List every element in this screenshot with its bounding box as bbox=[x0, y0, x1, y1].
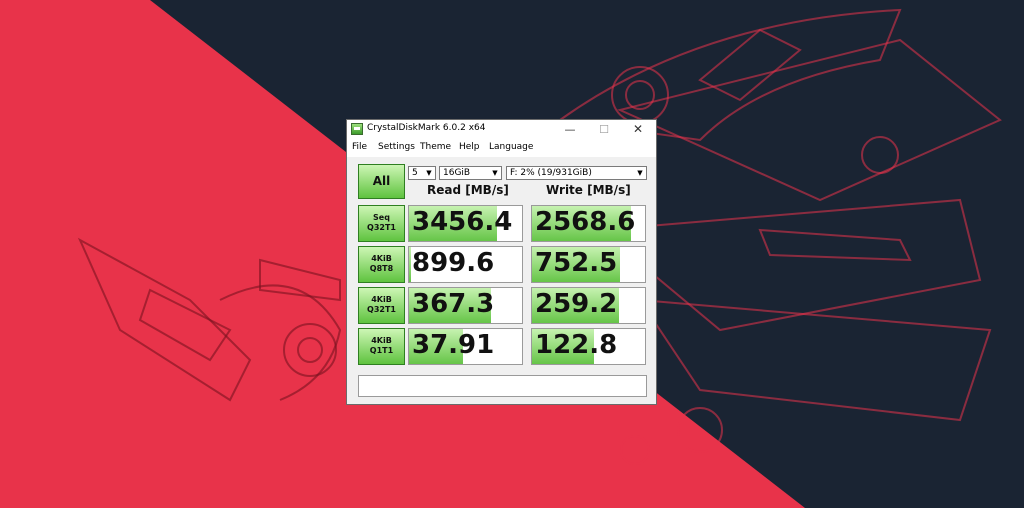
comment-field[interactable] bbox=[358, 375, 647, 397]
test-size-value: 16GiB bbox=[443, 168, 471, 178]
app-disk-icon bbox=[351, 123, 363, 135]
test-label-line2: Q32T1 bbox=[367, 223, 396, 232]
test-label-line2: Q8T8 bbox=[369, 264, 394, 273]
menu-settings[interactable]: Settings bbox=[378, 142, 415, 152]
write-result-4kib-q1t1: 122.8 bbox=[531, 328, 646, 365]
test-label-line2: Q1T1 bbox=[369, 346, 394, 355]
write-value: 752.5 bbox=[535, 248, 618, 278]
menu-help[interactable]: Help bbox=[459, 142, 480, 152]
read-value: 367.3 bbox=[412, 289, 495, 319]
write-header: Write [MB/s] bbox=[546, 183, 631, 197]
read-progress-bar bbox=[409, 247, 412, 282]
read-header: Read [MB/s] bbox=[427, 183, 509, 197]
minimize-button[interactable]: — bbox=[553, 120, 587, 139]
test-button-4kib-q32t1[interactable]: 4KiB Q32T1 bbox=[358, 287, 405, 324]
test-button-4kib-q1t1[interactable]: 4KiB Q1T1 bbox=[358, 328, 405, 365]
test-label-line1: Seq bbox=[373, 213, 390, 222]
menu-bar: File Settings Theme Help Language bbox=[347, 139, 656, 157]
read-result-seq-q32t1: 3456.4 bbox=[408, 205, 523, 242]
test-label-line1: 4KiB bbox=[371, 295, 392, 304]
write-result-seq-q32t1: 2568.6 bbox=[531, 205, 646, 242]
test-size-select[interactable]: 16GiB ▼ bbox=[439, 166, 502, 180]
chevron-down-icon: ▼ bbox=[426, 169, 432, 177]
test-count-value: 5 bbox=[412, 168, 418, 178]
write-value: 2568.6 bbox=[535, 207, 636, 237]
read-result-4kib-q32t1: 367.3 bbox=[408, 287, 523, 324]
test-button-seq-q32t1[interactable]: Seq Q32T1 bbox=[358, 205, 405, 242]
menu-theme[interactable]: Theme bbox=[420, 142, 451, 152]
test-label-line1: 4KiB bbox=[371, 254, 392, 263]
write-value: 259.2 bbox=[535, 289, 618, 319]
title-bar[interactable]: CrystalDiskMark 6.0.2 x64 — ☐ ✕ bbox=[347, 120, 656, 139]
chevron-down-icon: ▼ bbox=[492, 169, 498, 177]
drive-value: F: 2% (19/931GiB) bbox=[510, 168, 592, 178]
drive-select[interactable]: F: 2% (19/931GiB) ▼ bbox=[506, 166, 647, 180]
read-value: 37.91 bbox=[412, 330, 495, 360]
test-button-4kib-q8t8[interactable]: 4KiB Q8T8 bbox=[358, 246, 405, 283]
read-value: 3456.4 bbox=[412, 207, 513, 237]
crystaldiskmark-window: CrystalDiskMark 6.0.2 x64 — ☐ ✕ File Set… bbox=[346, 119, 657, 405]
menu-file[interactable]: File bbox=[352, 142, 367, 152]
write-result-4kib-q8t8: 752.5 bbox=[531, 246, 646, 283]
close-button[interactable]: ✕ bbox=[621, 120, 655, 139]
maximize-button[interactable]: ☐ bbox=[587, 120, 621, 139]
test-label-line1: 4KiB bbox=[371, 336, 392, 345]
write-value: 122.8 bbox=[535, 330, 618, 360]
read-result-4kib-q8t8: 899.6 bbox=[408, 246, 523, 283]
test-label-line2: Q32T1 bbox=[367, 305, 396, 314]
write-result-4kib-q32t1: 259.2 bbox=[531, 287, 646, 324]
read-result-4kib-q1t1: 37.91 bbox=[408, 328, 523, 365]
read-value: 899.6 bbox=[412, 248, 495, 278]
all-button[interactable]: All bbox=[358, 164, 405, 199]
chevron-down-icon: ▼ bbox=[637, 169, 643, 177]
test-count-select[interactable]: 5 ▼ bbox=[408, 166, 436, 180]
menu-language[interactable]: Language bbox=[489, 142, 533, 152]
window-title: CrystalDiskMark 6.0.2 x64 bbox=[367, 123, 486, 133]
